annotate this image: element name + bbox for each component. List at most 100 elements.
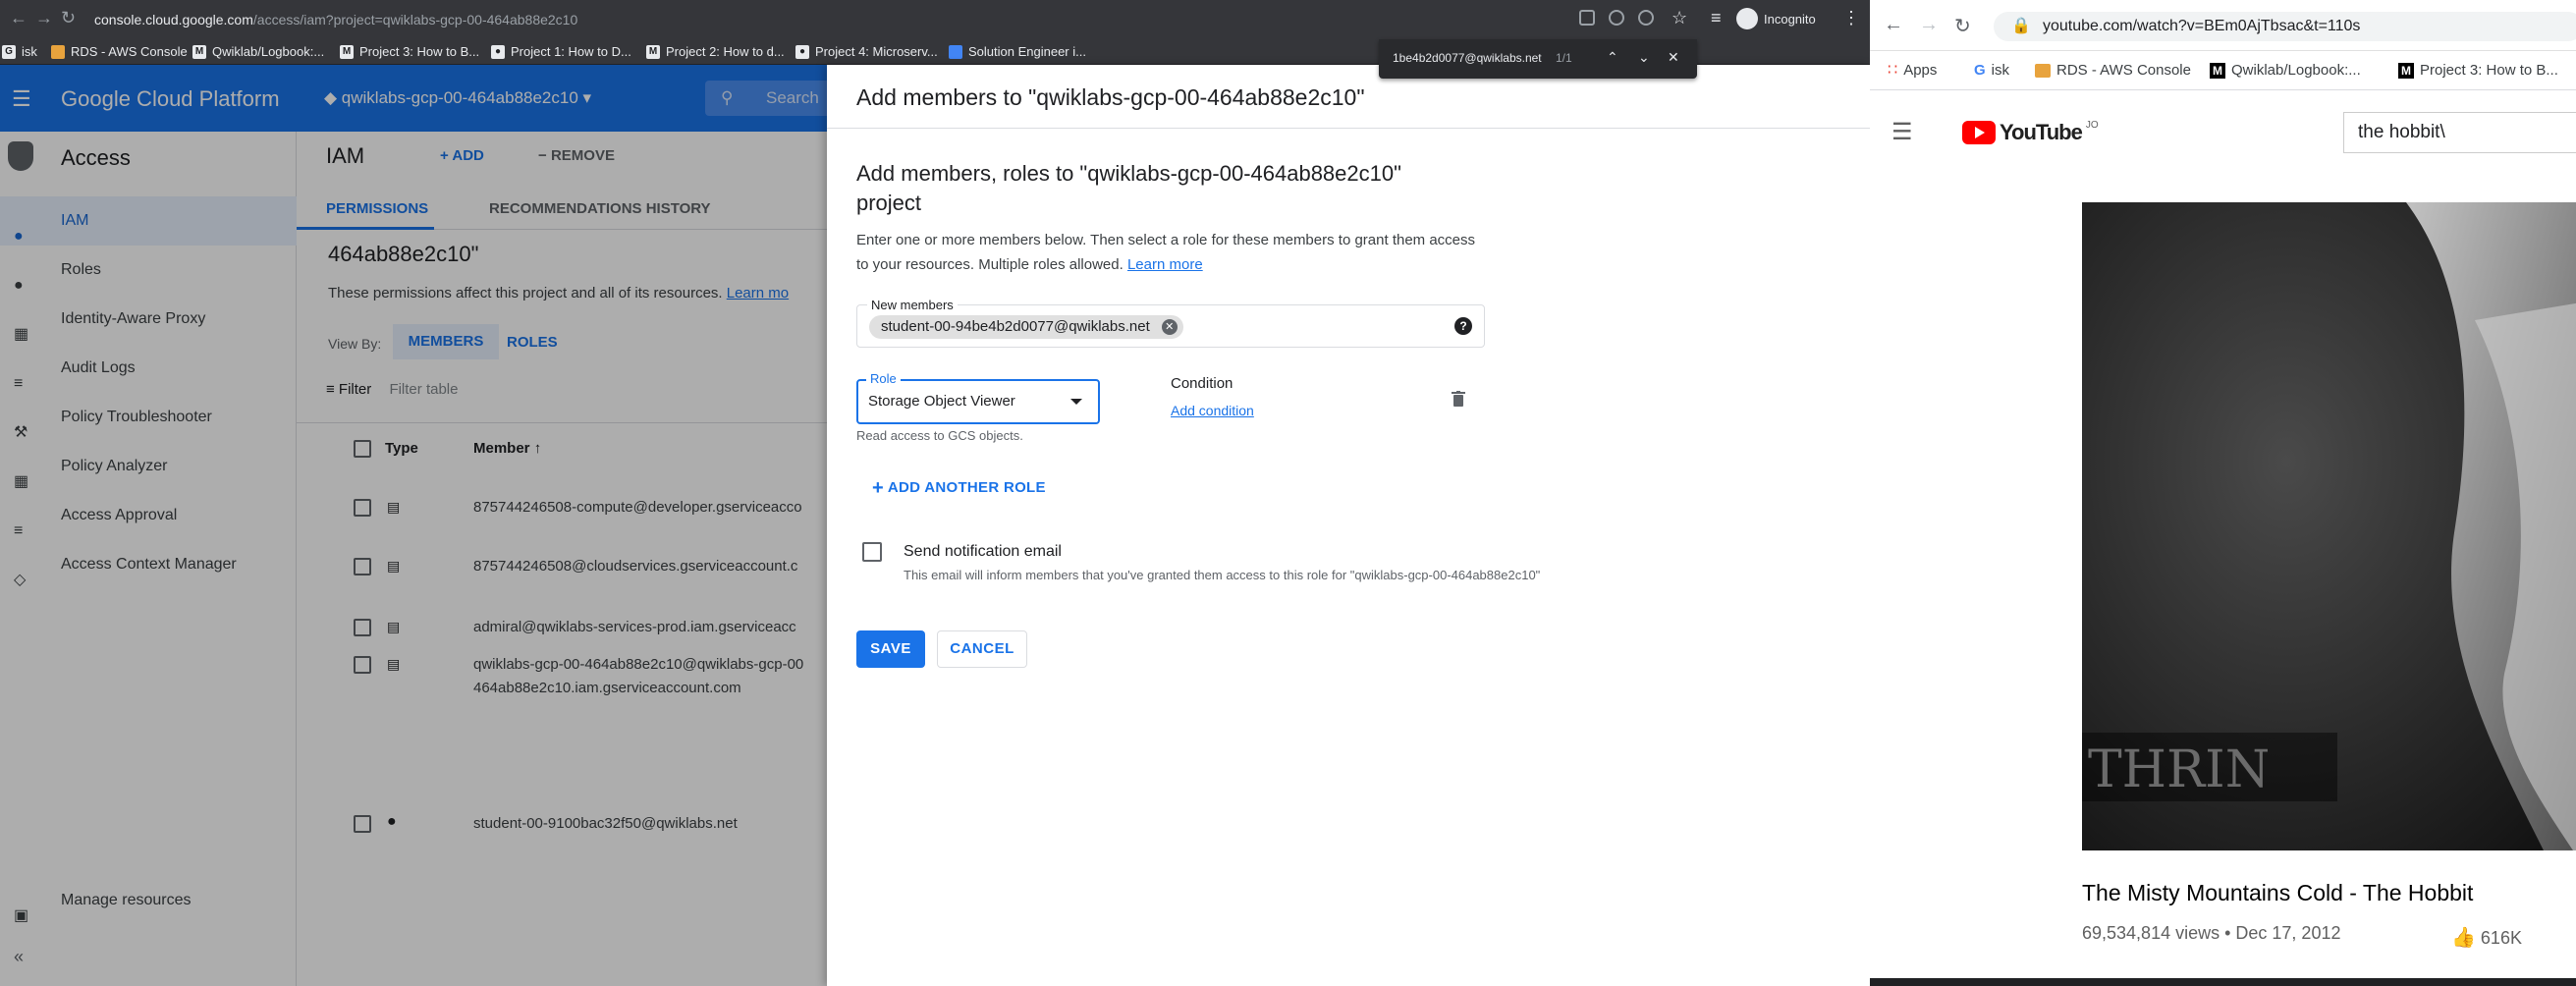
add-another-role-button[interactable]: + ADD ANOTHER ROLE [872,477,1046,500]
divider [297,422,886,423]
delete-role-icon[interactable] [1452,391,1465,407]
help-icon[interactable]: ? [1454,317,1472,335]
permissions-note: These permissions affect this project an… [328,285,790,301]
zoom-icon[interactable] [1609,10,1624,26]
back-icon[interactable]: ← [1884,14,1903,36]
learn-more-link[interactable]: Learn mo [727,285,789,301]
tab-bar: PERMISSIONS RECOMMENDATIONS HISTORY [297,187,886,230]
row-checkbox[interactable] [354,499,371,517]
left-address-bar[interactable]: console.cloud.google.com/access/iam?proj… [94,7,1076,32]
bookmark-rds[interactable]: RDS - AWS Console [51,39,188,65]
page-icon[interactable] [1579,10,1595,26]
find-close-icon[interactable]: ✕ [1668,49,1679,66]
folder-icon [2035,64,2051,78]
incognito-badge[interactable]: Incognito [1736,8,1816,29]
page-title: IAM [326,143,365,168]
google-icon: G [2,45,16,59]
bookmark-rds[interactable]: RDS - AWS Console [2035,51,2191,90]
sidebar-item-policy-analyzer[interactable]: ▦ Policy Analyzer [0,442,297,491]
list-icon: ≡ [14,375,24,392]
site-icon: ● [491,45,505,59]
sidebar-item-iap[interactable]: ▦ Identity-Aware Proxy [0,295,297,344]
sidebar-item-access-approval[interactable]: ≡ Access Approval [0,491,297,540]
bookmark-solution[interactable]: Solution Engineer i... [949,39,1086,65]
reading-list-icon[interactable]: ≡ [1711,8,1722,28]
sidebar-item-manage-resources[interactable]: ▣ Manage resources [0,876,297,925]
row-checkbox[interactable] [354,619,371,636]
bookmark-project4[interactable]: ● Project 4: Microserv... [795,39,938,65]
sidebar-item-audit-logs[interactable]: ≡ Audit Logs [0,344,297,393]
eye-off-icon[interactable] [1638,10,1654,26]
filter-bar[interactable]: ≡ Filter Filter table [326,381,458,398]
hamburger-menu-icon[interactable]: ☰ [12,86,31,112]
tab-permissions[interactable]: PERMISSIONS [326,200,428,217]
back-icon[interactable]: ← [10,8,27,28]
bookmark-isk[interactable]: Gisk [1974,51,2009,90]
bookmark-project1[interactable]: ● Project 1: How to D... [491,39,631,65]
column-member[interactable]: Member ↑ [473,440,541,457]
menu-dots-icon[interactable]: ⋮ [1842,8,1860,28]
row-checkbox[interactable] [354,656,371,674]
find-prev-icon[interactable]: ⌃ [1607,49,1618,66]
view-members-toggle[interactable]: MEMBERS [393,324,499,359]
sidebar-item-access-context-manager[interactable]: ◇ Access Context Manager [0,540,297,589]
sidebar-item-policy-troubleshooter[interactable]: ⚒ Policy Troubleshooter [0,393,297,442]
remove-button[interactable]: − REMOVE [538,147,615,164]
learn-more-link[interactable]: Learn more [1127,256,1203,273]
video-title[interactable]: The Misty Mountains Cold - The Hobbit [2082,880,2473,906]
row-checkbox[interactable] [354,558,371,575]
youtube-search-input[interactable]: the hobbit\ [2343,112,2576,153]
notification-checkbox[interactable] [862,542,882,562]
forward-icon[interactable]: → [35,8,53,28]
gcp-brand[interactable]: Google Cloud Platform [61,86,280,112]
diamond-icon: ◇ [14,572,27,588]
bookmark-project3[interactable]: M Project 3: How to B... [2398,51,2558,90]
bookmark-project2[interactable]: M Project 2: How to d... [646,39,785,65]
find-next-icon[interactable]: ⌄ [1638,49,1650,66]
video-player[interactable]: THRIN [2082,202,2576,850]
hamburger-menu-icon[interactable]: ☰ [1891,118,1913,146]
right-bookmarks-bar: ∷ Apps Gisk RDS - AWS Console M Qwiklab/Lo… [1870,51,2576,90]
view-roles-toggle[interactable]: ROLES [507,334,558,351]
forward-icon[interactable]: → [1919,14,1939,36]
bookmark-apps[interactable]: ∷ Apps [1888,51,1937,90]
find-count: 1/1 [1556,51,1572,65]
project-selector[interactable]: ◆ qwiklabs-gcp-00-464ab88e2c10 ▾ [324,88,591,108]
right-address-bar[interactable]: 🔒 youtube.com/watch?v=BEm0AjTbsac&t=110s [1994,12,2576,41]
condition-label: Condition [1171,375,1233,392]
star-icon[interactable]: ☆ [1672,8,1687,28]
bookmark-qwiklab[interactable]: M Qwiklab/Logbook:... [2210,51,2361,90]
sidebar-item-iam[interactable]: ● IAM [0,196,297,246]
person-icon: ● [387,813,397,830]
chip-remove-icon[interactable]: ✕ [1161,319,1178,335]
sidebar-item-roles[interactable]: ● Roles [0,246,297,295]
add-condition-link[interactable]: Add condition [1171,403,1254,418]
new-members-field[interactable]: New members student-00-94be4b2d0077@qwik… [856,298,1485,348]
gcp-sidebar: Access ● IAM ● Roles ▦ Identity-Aware Proxy… [0,132,297,986]
find-query[interactable]: 1be4b2d0077@qwiklabs.net [1393,51,1542,65]
right-browser-toolbar: ← → ↻ 🔒 youtube.com/watch?v=BEm0AjTbsac&… [1870,0,2576,51]
role-select[interactable]: Role Storage Object Viewer [856,371,1100,424]
bookmark-isk[interactable]: Gisk [2,39,37,65]
select-all-checkbox[interactable] [354,440,371,458]
table-row: 875744246508@cloudservices.gserviceaccou… [473,558,798,575]
add-button[interactable]: + ADD [440,147,484,164]
left-browser-toolbar: ← → ↻ console.cloud.google.com/access/ia… [0,0,1870,39]
bookmark-qwiklab[interactable]: M Qwiklab/Logbook:... [192,39,324,65]
save-button[interactable]: SAVE [856,630,925,668]
like-button[interactable]: 👍 616K [2451,925,2522,950]
panel-divider [827,128,1870,129]
medium-icon: M [2398,63,2414,79]
bookmark-project3[interactable]: M Project 3: How to B... [340,39,479,65]
table-row-continued: 464ab88e2c10.iam.gserviceaccount.com [473,680,741,696]
service-account-icon: ▤ [387,499,401,515]
reload-icon[interactable]: ↻ [1954,14,1971,38]
youtube-logo[interactable]: YouTube JO [1962,120,2099,145]
row-checkbox[interactable] [354,815,371,833]
reload-icon[interactable]: ↻ [61,8,76,28]
collapse-sidebar-icon[interactable]: « [14,947,24,967]
cancel-button[interactable]: CANCEL [937,630,1027,668]
find-in-page-bar: 1be4b2d0077@qwiklabs.net 1/1 ⌃ ⌄ ✕ [1379,39,1697,79]
panel-heading: Add members, roles to "qwiklabs-gcp-00-4… [856,161,1401,215]
tab-recommendations-history[interactable]: RECOMMENDATIONS HISTORY [489,200,711,217]
